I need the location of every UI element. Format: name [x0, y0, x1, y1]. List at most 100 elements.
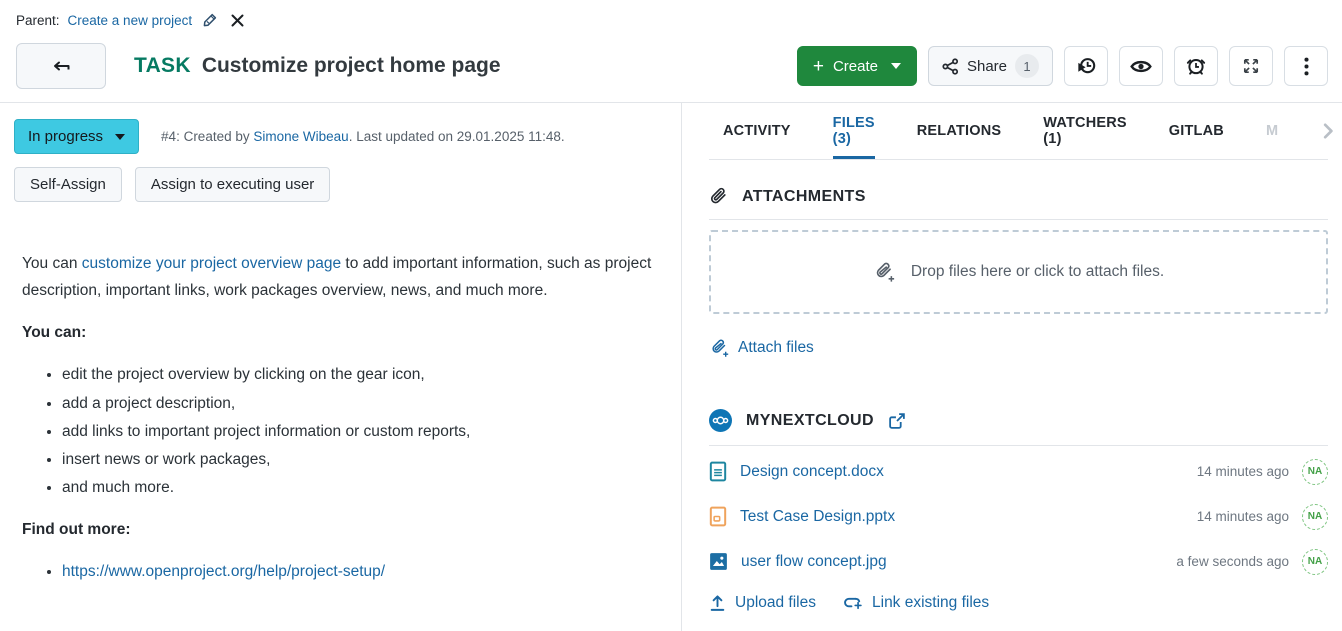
history-clock-icon	[1076, 56, 1097, 76]
attachments-section: ATTACHMENTS Drop files here or click to …	[709, 187, 1328, 363]
meta-suffix: . Last updated on 29.01.2025 11:48.	[349, 129, 565, 144]
edit-parent-pencil-icon[interactable]	[200, 10, 220, 30]
author-link[interactable]: Simone Wibeau	[253, 129, 348, 144]
more-menu-button[interactable]	[1284, 46, 1328, 86]
file-row: Design concept.docx 14 minutes ago NA	[709, 449, 1328, 494]
back-button[interactable]	[16, 43, 106, 89]
avatar: NA	[1302, 504, 1328, 530]
section-divider	[709, 445, 1328, 446]
avatar: NA	[1302, 549, 1328, 575]
help-link[interactable]: https://www.openproject.org/help/project…	[62, 563, 385, 580]
attachments-heading-label: ATTACHMENTS	[742, 188, 866, 206]
share-button-label: Share	[967, 58, 1007, 75]
file-row: user flow concept.jpg a few seconds ago …	[709, 539, 1328, 584]
status-row: In progress #4: Created by Simone Wibeau…	[14, 119, 659, 154]
file-timestamp: 14 minutes ago	[1197, 509, 1289, 524]
description-section: You can customize your project overview …	[14, 250, 659, 585]
section-divider	[709, 219, 1328, 220]
you-can-heading: You can:	[22, 319, 659, 346]
work-package-page: Parent: Create a new project	[0, 0, 1342, 631]
status-dropdown[interactable]: In progress	[14, 119, 139, 154]
meta-prefix: #4: Created by	[161, 129, 250, 144]
paperclip-icon	[709, 187, 728, 206]
project-overview-link[interactable]: customize your project overview page	[82, 255, 341, 272]
eye-icon	[1130, 59, 1152, 74]
header-actions: + Create Share 1	[797, 46, 1328, 86]
storage-heading-label: MYNEXTCLOUD	[746, 412, 874, 430]
file-link[interactable]: user flow concept.jpg	[741, 553, 887, 571]
image-file-icon	[709, 552, 728, 571]
remove-parent-close-icon[interactable]	[228, 11, 247, 30]
nextcloud-logo-icon	[709, 409, 732, 432]
description-bullet: add links to important project informati…	[62, 418, 659, 445]
attach-files-label: Attach files	[738, 339, 814, 357]
create-button[interactable]: + Create	[797, 46, 917, 86]
status-label: In progress	[28, 128, 103, 145]
fullscreen-button[interactable]	[1229, 46, 1273, 86]
link-existing-files-label: Link existing files	[872, 594, 989, 612]
file-timestamp: a few seconds ago	[1176, 554, 1289, 569]
share-icon	[942, 58, 959, 75]
description-bullet: edit the project overview by clicking on…	[62, 361, 659, 388]
storage-footer-actions: Upload files Link existing files	[709, 594, 1328, 612]
work-package-header: TASK Customize project home page + Creat…	[16, 42, 1328, 90]
file-link[interactable]: Test Case Design.pptx	[740, 508, 895, 526]
nextcloud-storage-section: MYNEXTCLOUD Des	[709, 409, 1328, 612]
tab-watchers[interactable]: WATCHERS (1)	[1043, 103, 1127, 159]
quick-actions-row: Self-Assign Assign to executing user	[14, 167, 659, 202]
description-bullet: insert news or work packages,	[62, 446, 659, 473]
docx-file-icon	[709, 461, 727, 482]
alarm-clock-icon	[1186, 56, 1206, 76]
link-add-icon	[842, 595, 863, 611]
assign-executing-user-button[interactable]: Assign to executing user	[135, 167, 330, 202]
work-package-meta: #4: Created by Simone Wibeau. Last updat…	[161, 129, 565, 144]
attach-files-row: Attach files	[709, 338, 1328, 363]
self-assign-button[interactable]: Self-Assign	[14, 167, 122, 202]
tab-overflow-truncated[interactable]: M	[1266, 103, 1278, 159]
description-bullet: and much more.	[62, 474, 659, 501]
title-group: TASK Customize project home page	[134, 54, 501, 78]
attach-files-link[interactable]: Attach files	[709, 338, 814, 358]
description-text: You can	[22, 255, 82, 272]
reminder-button[interactable]	[1174, 46, 1218, 86]
page-title[interactable]: Customize project home page	[202, 54, 501, 78]
file-row: Test Case Design.pptx 14 minutes ago NA	[709, 494, 1328, 539]
tab-relations[interactable]: RELATIONS	[917, 103, 1002, 159]
expand-fullscreen-icon	[1242, 57, 1260, 75]
share-button[interactable]: Share 1	[928, 46, 1053, 86]
file-link[interactable]: Design concept.docx	[740, 463, 884, 481]
tab-gitlab[interactable]: GITLAB	[1169, 103, 1224, 159]
parent-link[interactable]: Create a new project	[68, 13, 193, 28]
storage-file-list: Design concept.docx 14 minutes ago NA Te…	[709, 449, 1328, 584]
chevron-down-icon	[115, 134, 125, 140]
file-timestamp: 14 minutes ago	[1197, 464, 1289, 479]
watch-button[interactable]	[1119, 46, 1163, 86]
upload-files-link[interactable]: Upload files	[709, 594, 816, 612]
list-item: https://www.openproject.org/help/project…	[62, 558, 659, 585]
parent-breadcrumb: Parent: Create a new project	[16, 10, 247, 30]
find-out-more-heading: Find out more:	[22, 516, 659, 543]
tab-activity[interactable]: ACTIVITY	[723, 103, 791, 159]
plus-icon: +	[813, 57, 824, 76]
share-count-badge: 1	[1015, 54, 1039, 78]
back-arrow-icon	[51, 59, 71, 73]
create-button-label: Create	[833, 58, 878, 75]
description-paragraph: You can customize your project overview …	[22, 250, 659, 304]
work-package-side-panel: ACTIVITY FILES (3) RELATIONS WATCHERS (1…	[683, 103, 1342, 631]
storage-heading: MYNEXTCLOUD	[709, 409, 1328, 432]
description-bullet-list: edit the project overview by clicking on…	[22, 361, 659, 501]
baseline-history-button[interactable]	[1064, 46, 1108, 86]
parent-label: Parent:	[16, 13, 60, 28]
tabs-scroll-right-button[interactable]	[1320, 103, 1336, 159]
chevron-right-icon	[1322, 122, 1334, 140]
work-package-type[interactable]: TASK	[134, 54, 191, 78]
description-bullet: add a project description,	[62, 390, 659, 417]
chevron-down-icon	[891, 63, 901, 69]
paperclip-plus-icon	[873, 261, 895, 283]
file-dropzone[interactable]: Drop files here or click to attach files…	[709, 230, 1328, 314]
link-existing-files-link[interactable]: Link existing files	[842, 594, 989, 612]
tab-files[interactable]: FILES (3)	[833, 103, 875, 159]
external-link-icon[interactable]	[888, 412, 906, 430]
paperclip-plus-icon	[709, 338, 729, 358]
kebab-menu-icon	[1304, 57, 1309, 76]
